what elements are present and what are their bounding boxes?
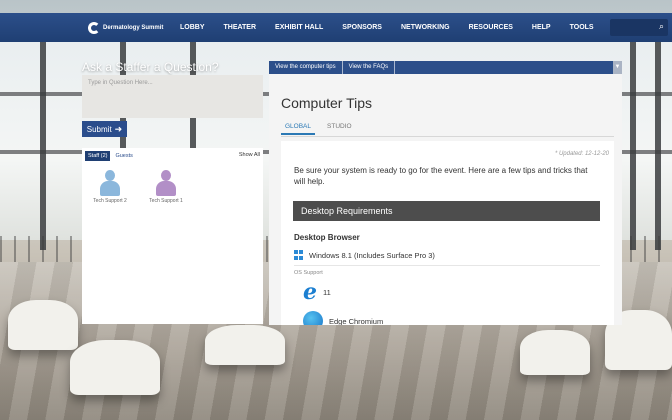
- ask-staffer-title: Ask a Staffer a Question?: [82, 60, 219, 74]
- search-icon: ⌕: [658, 21, 664, 31]
- tab-staff[interactable]: Staff (2): [85, 151, 111, 161]
- nav-theater[interactable]: THEATER: [224, 24, 257, 31]
- os-support-label: OS Support: [294, 270, 323, 276]
- edge-icon: [303, 311, 323, 325]
- logo-icon: [88, 21, 100, 34]
- windows-icon: [294, 250, 304, 260]
- staff-panel: Staff (2) Guests Show All Tech Support 2…: [82, 148, 263, 324]
- computer-tips-panel: View the computer tips View the FAQs ▼ C…: [269, 61, 622, 325]
- submit-label: Submit: [86, 124, 112, 134]
- nav-networking[interactable]: NETWORKING: [401, 24, 450, 31]
- logo-title: Dermatology Summit: [103, 24, 164, 31]
- updated-date: * Updated: 12-12-20: [554, 151, 609, 157]
- top-nav: Dermatology Summit LOBBY THEATER EXHIBIT…: [0, 13, 672, 42]
- avatar: [99, 170, 121, 196]
- tab-guests[interactable]: Guests: [115, 153, 132, 159]
- nav-exhibit-hall[interactable]: EXHIBIT HALL: [275, 24, 323, 31]
- arrow-right-icon: ➜: [114, 123, 123, 134]
- search-input[interactable]: ⌕: [610, 19, 668, 36]
- tab-divider: [281, 136, 614, 137]
- ie-version: 11: [323, 287, 331, 297]
- nav-help[interactable]: HELP: [532, 24, 551, 31]
- staff-name: Tech Support 1: [149, 198, 183, 204]
- windows-label: Windows 8.1 (Includes Surface Pro 3): [309, 250, 435, 260]
- nav-tools[interactable]: TOOLS: [570, 24, 594, 31]
- nav-resources[interactable]: RESOURCES: [469, 24, 513, 31]
- submit-button[interactable]: Submit ➜: [82, 121, 127, 137]
- nav-lobby[interactable]: LOBBY: [180, 24, 205, 31]
- ie-support-row: e 11: [303, 281, 331, 303]
- browser-heading: Desktop Browser: [294, 233, 360, 242]
- intro-text: Be sure your system is ready to go for t…: [294, 166, 588, 186]
- edge-label: Edge Chromium: [329, 316, 384, 326]
- divider: [294, 265, 600, 266]
- edge-support-row: Edge Chromium: [303, 311, 383, 325]
- collapse-icon[interactable]: ▼: [613, 61, 622, 74]
- tips-content-card: * Updated: 12-12-20 Be sure your system …: [281, 141, 614, 325]
- nav-sponsors[interactable]: SPONSORS: [342, 24, 382, 31]
- staff-name: Tech Support 2: [93, 198, 127, 204]
- staff-card[interactable]: Tech Support 2: [82, 170, 138, 204]
- tips-header: View the computer tips View the FAQs ▼: [269, 61, 622, 74]
- event-logo[interactable]: Dermatology Summit: [88, 21, 164, 34]
- windows-requirement: Windows 8.1 (Includes Surface Pro 3): [294, 250, 435, 260]
- section-heading: Desktop Requirements: [293, 201, 600, 221]
- tab-studio[interactable]: STUDIO: [323, 123, 356, 135]
- internet-explorer-icon: e: [303, 279, 317, 305]
- avatar: [155, 170, 177, 196]
- tab-global[interactable]: GLOBAL: [281, 123, 316, 135]
- staff-card[interactable]: Tech Support 1: [138, 170, 194, 204]
- view-computer-tips-link[interactable]: View the computer tips: [269, 61, 343, 74]
- view-faqs-link[interactable]: View the FAQs: [343, 61, 396, 74]
- page-title: Computer Tips: [281, 95, 373, 111]
- question-input[interactable]: [82, 75, 263, 118]
- show-all-link[interactable]: Show All: [239, 152, 260, 158]
